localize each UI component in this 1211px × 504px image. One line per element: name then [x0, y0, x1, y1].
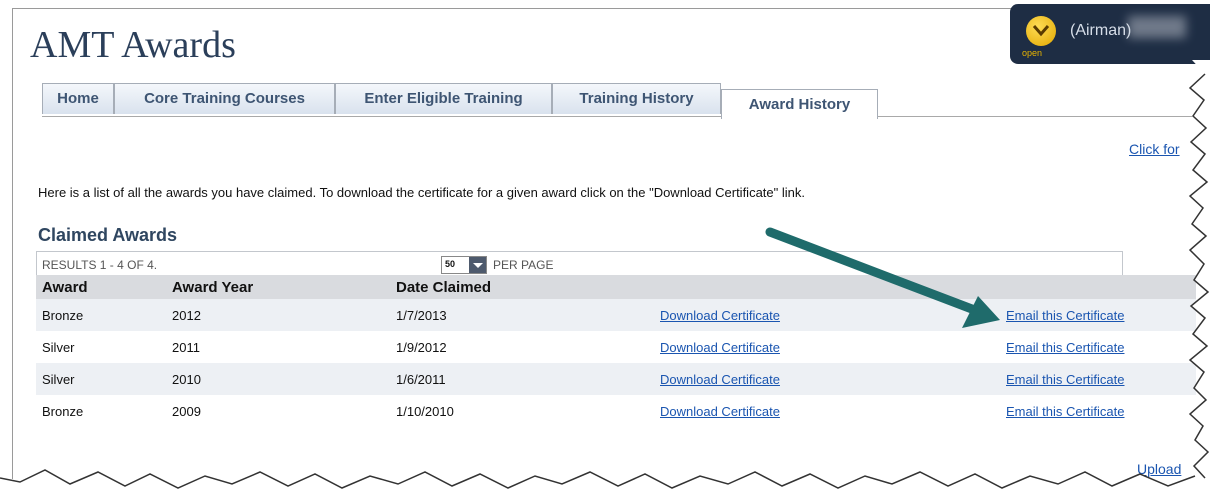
- download-cell: Download Certificate: [654, 299, 1000, 331]
- date-claimed-cell: 1/6/2011: [390, 363, 654, 395]
- upload-link[interactable]: Upload: [1137, 461, 1181, 477]
- tab-training-history[interactable]: Training History: [552, 83, 721, 114]
- page-panel: AMT Awards Home Core Training Courses En…: [12, 8, 1196, 502]
- open-label: open: [1022, 48, 1043, 58]
- click-for-link[interactable]: Click for: [1129, 141, 1180, 157]
- table-row: Bronze 2009 1/10/2010 Download Certifica…: [36, 395, 1196, 427]
- column-header-award: Award: [36, 275, 166, 299]
- results-bar: RESULTS 1 - 4 OF 4. 50 PER PAGE: [36, 251, 1123, 276]
- tab-home[interactable]: Home: [42, 83, 114, 114]
- award-cell: Bronze: [36, 299, 166, 331]
- email-certificate-link[interactable]: Email this Certificate: [1006, 372, 1124, 387]
- award-year-cell: 2009: [166, 395, 390, 427]
- table-row: Silver 2011 1/9/2012 Download Certificat…: [36, 331, 1196, 363]
- table-row: Silver 2010 1/6/2011 Download Certificat…: [36, 363, 1196, 395]
- award-cell: Silver: [36, 331, 166, 363]
- download-cell: Download Certificate: [654, 363, 1000, 395]
- tab-bar: Home Core Training Courses Enter Eligibl…: [42, 83, 1192, 119]
- awards-table: Award Award Year Date Claimed Bronze 201…: [36, 275, 1196, 427]
- award-year-cell: 2011: [166, 331, 390, 363]
- download-certificate-link[interactable]: Download Certificate: [660, 404, 780, 419]
- claimed-awards-heading: Claimed Awards: [38, 225, 178, 245]
- email-certificate-link[interactable]: Email this Certificate: [1006, 404, 1124, 419]
- award-cell: Silver: [36, 363, 166, 395]
- user-name: (Airman): [1070, 22, 1132, 39]
- user-menu[interactable]: open (Airman): [1010, 4, 1210, 64]
- tab-baseline: [42, 116, 1192, 117]
- email-certificate-link[interactable]: Email this Certificate: [1006, 340, 1124, 355]
- email-cell: Email this Certificate: [1000, 363, 1196, 395]
- column-header-download: [654, 275, 1000, 299]
- column-header-award-year: Award Year: [166, 275, 390, 299]
- redacted-name-blur: [1128, 16, 1186, 38]
- column-header-date-claimed: Date Claimed: [390, 275, 654, 299]
- download-cell: Download Certificate: [654, 331, 1000, 363]
- chevron-down-icon[interactable]: [469, 257, 486, 273]
- email-cell: Email this Certificate: [1000, 395, 1196, 427]
- chevron-down-icon[interactable]: [1026, 16, 1056, 46]
- email-cell: Email this Certificate: [1000, 299, 1196, 331]
- email-cell: Email this Certificate: [1000, 331, 1196, 363]
- download-certificate-link[interactable]: Download Certificate: [660, 372, 780, 387]
- download-certificate-link[interactable]: Download Certificate: [660, 308, 780, 323]
- download-certificate-link[interactable]: Download Certificate: [660, 340, 780, 355]
- download-cell: Download Certificate: [654, 395, 1000, 427]
- per-page-value: 50: [445, 259, 456, 269]
- date-claimed-cell: 1/10/2010: [390, 395, 654, 427]
- results-count: RESULTS 1 - 4 OF 4.: [42, 258, 158, 272]
- page-title: AMT Awards: [30, 24, 236, 66]
- intro-text: Here is a list of all the awards you hav…: [38, 185, 805, 200]
- award-year-cell: 2010: [166, 363, 390, 395]
- table-header-row: Award Award Year Date Claimed: [36, 275, 1196, 299]
- column-header-email: [1000, 275, 1196, 299]
- tab-award-history[interactable]: Award History: [721, 89, 878, 119]
- per-page-label: PER PAGE: [493, 258, 554, 272]
- date-claimed-cell: 1/9/2012: [390, 331, 654, 363]
- tab-enter-eligible-training[interactable]: Enter Eligible Training: [335, 83, 552, 114]
- email-certificate-link[interactable]: Email this Certificate: [1006, 308, 1124, 323]
- tab-core-training-courses[interactable]: Core Training Courses: [114, 83, 335, 114]
- per-page-select[interactable]: 50: [441, 256, 487, 274]
- award-cell: Bronze: [36, 395, 166, 427]
- date-claimed-cell: 1/7/2013: [390, 299, 654, 331]
- footer-text-fragment: of p: [173, 487, 195, 502]
- award-year-cell: 2012: [166, 299, 390, 331]
- table-row: Bronze 2012 1/7/2013 Download Certificat…: [36, 299, 1196, 331]
